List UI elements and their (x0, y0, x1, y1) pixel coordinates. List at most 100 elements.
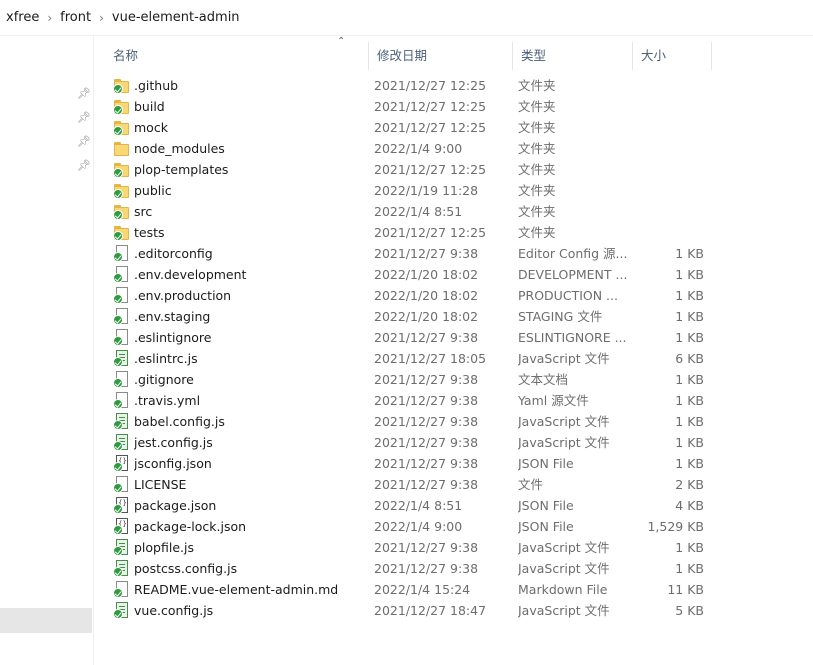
file-row[interactable]: vue.config.js 2021/12/27 18:47 JavaScript … (105, 600, 813, 621)
file-icon (113, 245, 130, 262)
breadcrumb-item-vue-element-admin[interactable]: vue-element-admin (112, 10, 246, 25)
column-header-size[interactable]: 大小 (632, 42, 712, 70)
file-size: 2 KB (675, 477, 704, 492)
file-row[interactable]: .eslintrc.js 2021/12/27 18:05 JavaScript 文… (105, 348, 813, 369)
column-header-name[interactable]: 名称 (105, 42, 368, 70)
file-row[interactable]: .gitignore 2021/12/27 9:38 文本文档 1 KB (105, 369, 813, 390)
file-type: 文件夹 (518, 78, 556, 93)
file-name: .env.staging (134, 309, 211, 324)
file-name: vue.config.js (134, 603, 214, 618)
file-name: .eslintrc.js (134, 351, 198, 366)
file-size: 1 KB (675, 561, 704, 576)
file-type: Yaml 源文件 (518, 393, 589, 408)
file-row[interactable]: .env.production 2022/1/20 18:02 PRODUCTION… (105, 285, 813, 306)
file-icon (113, 308, 130, 325)
sync-check-icon (113, 315, 123, 325)
file-row[interactable]: jsconfig.json 2021/12/27 9:38 JSON File 1 K… (105, 453, 813, 474)
breadcrumb-item-front[interactable]: front (60, 10, 97, 25)
file-row[interactable]: .editorconfig 2021/12/27 9:38 Editor Confi… (105, 243, 813, 264)
file-date: 2021/12/27 12:25 (374, 99, 487, 114)
sync-check-icon (113, 546, 123, 556)
file-icon (113, 581, 130, 598)
file-name: LICENSE (134, 477, 187, 492)
file-row[interactable]: tests 2021/12/27 12:25 文件夹 (105, 222, 813, 243)
sync-check-icon (113, 567, 123, 577)
file-row[interactable]: .travis.yml 2021/12/27 9:38 Yaml 源文件 1 KB (105, 390, 813, 411)
sync-check-icon (113, 189, 123, 199)
file-type: Editor Config 源... (518, 246, 628, 261)
column-header-date[interactable]: 修改日期 (368, 42, 512, 70)
file-size: 4 KB (675, 498, 704, 513)
chevron-right-icon[interactable]: › (47, 11, 52, 25)
file-row[interactable]: src 2022/1/4 8:51 文件夹 (105, 201, 813, 222)
file-date: 2021/12/27 12:25 (374, 162, 487, 177)
file-row[interactable]: jest.config.js 2021/12/27 9:38 JavaScript … (105, 432, 813, 453)
file-row[interactable]: .github 2021/12/27 12:25 文件夹 (105, 75, 813, 96)
file-row[interactable]: babel.config.js 2021/12/27 9:38 JavaScript… (105, 411, 813, 432)
pin-icon[interactable]: 📌︎ (77, 136, 91, 148)
file-size (625, 222, 704, 243)
file-name: mock (134, 120, 168, 135)
file-name: package.json (134, 498, 217, 513)
javascript-file-icon (113, 350, 130, 367)
file-type: 文件夹 (518, 204, 556, 219)
navigation-pane[interactable]: 📌︎ 📌︎ 📌︎ 📌︎ (0, 36, 92, 665)
file-row[interactable]: README.vue-element-admin.md 2022/1/4 15:2… (105, 579, 813, 600)
file-date: 2021/12/27 9:38 (374, 246, 479, 261)
file-date: 2022/1/4 9:00 (374, 141, 463, 156)
file-type: PRODUCTION ... (518, 288, 618, 303)
pin-icon[interactable]: 📌︎ (77, 112, 91, 124)
sync-check-icon (113, 231, 123, 241)
file-row[interactable]: postcss.config.js 2021/12/27 9:38 JavaScri… (105, 558, 813, 579)
file-type: 文件夹 (518, 162, 556, 177)
pane-divider[interactable] (93, 36, 94, 665)
file-row[interactable]: node_modules 2022/1/4 9:00 文件夹 (105, 138, 813, 159)
file-date: 2021/12/27 9:38 (374, 330, 479, 345)
file-date: 2022/1/4 15:24 (374, 582, 471, 597)
file-size: 1 KB (675, 456, 704, 471)
file-type: 文件 (518, 477, 544, 492)
breadcrumb-item-xfree[interactable]: xfree (6, 10, 45, 25)
file-row[interactable]: public 2022/1/19 11:28 文件夹 (105, 180, 813, 201)
sync-check-icon (113, 126, 123, 136)
file-name: .github (134, 78, 179, 93)
file-row[interactable]: .eslintignore 2021/12/27 9:38 ESLINTIGNORE… (105, 327, 813, 348)
file-row[interactable]: package-lock.json 2022/1/4 9:00 JSON File 1… (105, 516, 813, 537)
file-icon (113, 371, 130, 388)
sync-check-icon (113, 168, 123, 178)
file-row[interactable]: plop-templates 2021/12/27 12:25 文件夹 (105, 159, 813, 180)
sync-check-icon (113, 336, 123, 346)
sync-check-icon (113, 357, 123, 367)
file-row[interactable]: .env.staging 2022/1/20 18:02 STAGING 文件 1 K… (105, 306, 813, 327)
file-name: .gitignore (134, 372, 194, 387)
file-row[interactable]: plopfile.js 2021/12/27 9:38 JavaScript 文件 1… (105, 537, 813, 558)
file-name: .travis.yml (134, 393, 201, 408)
file-name: src (134, 204, 153, 219)
file-row[interactable]: LICENSE 2021/12/27 9:38 文件 2 KB (105, 474, 813, 495)
pin-icon[interactable]: 📌︎ (77, 160, 91, 172)
file-type: JavaScript 文件 (518, 435, 610, 450)
file-size: 1 KB (675, 540, 704, 555)
pin-icon[interactable]: 📌︎ (77, 88, 91, 100)
sync-check-icon (113, 210, 123, 220)
file-date: 2021/12/27 9:38 (374, 477, 479, 492)
file-type: JavaScript 文件 (518, 351, 610, 366)
file-type: ESLINTIGNORE ... (518, 330, 627, 345)
file-icon (113, 476, 130, 493)
file-row[interactable]: build 2021/12/27 12:25 文件夹 (105, 96, 813, 117)
file-row[interactable]: mock 2021/12/27 12:25 文件夹 (105, 117, 813, 138)
chevron-right-icon[interactable]: › (99, 11, 104, 25)
file-date: 2021/12/27 9:38 (374, 561, 479, 576)
javascript-file-icon (113, 602, 130, 619)
file-size: 1 KB (675, 246, 704, 261)
file-size (625, 75, 704, 96)
file-icon (113, 392, 130, 409)
javascript-file-icon (113, 413, 130, 430)
file-row[interactable]: .env.development 2022/1/20 18:02 DEVELOPME… (105, 264, 813, 285)
column-header-type[interactable]: 类型 (512, 42, 632, 70)
file-type: 文件夹 (518, 225, 556, 240)
file-row[interactable]: package.json 2022/1/4 8:51 JSON File 4 KB (105, 495, 813, 516)
navigation-selected-item[interactable] (0, 608, 92, 633)
file-name: tests (134, 225, 165, 240)
file-type: JSON File (518, 456, 574, 471)
